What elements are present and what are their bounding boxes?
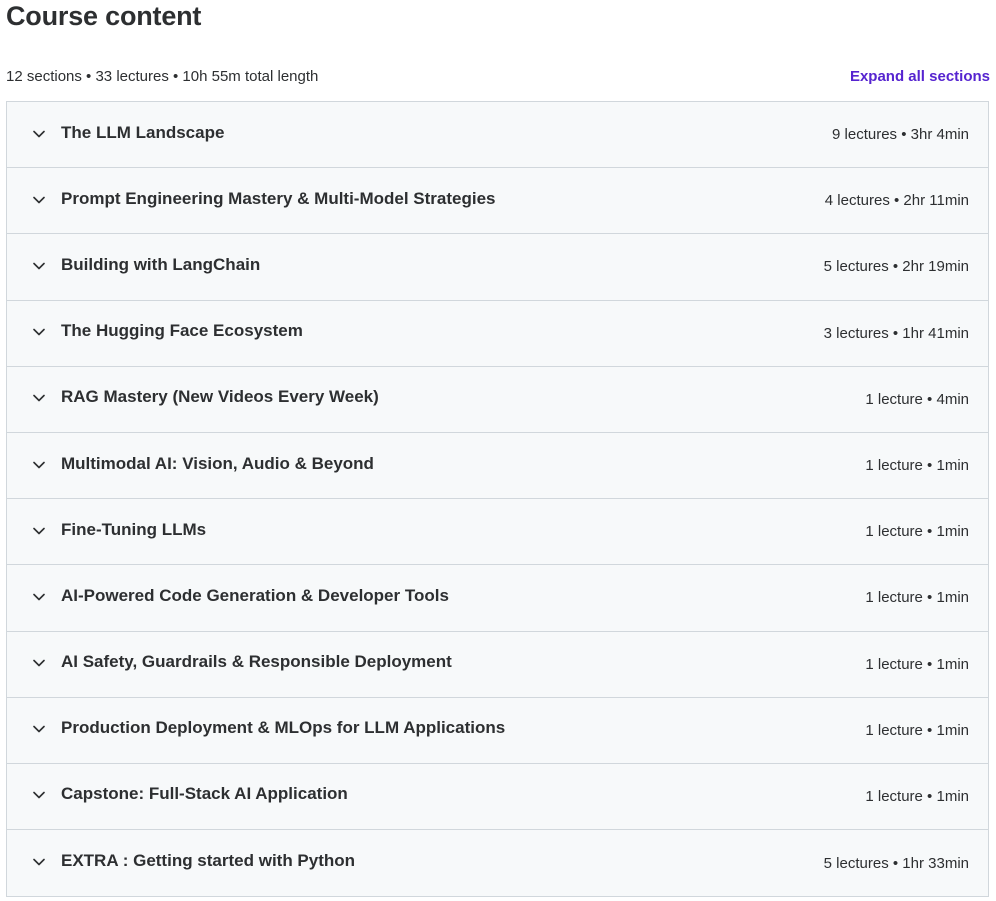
chevron-down-icon: [31, 854, 47, 870]
section-header[interactable]: AI-Powered Code Generation & Developer T…: [7, 565, 988, 632]
section-title: RAG Mastery (New Videos Every Week): [61, 387, 379, 407]
section-lecture-info: 1 lecture • 1min: [865, 655, 969, 673]
section-title: Capstone: Full-Stack AI Application: [61, 784, 348, 804]
section-title: AI-Powered Code Generation & Developer T…: [61, 585, 449, 605]
section-title: Multimodal AI: Vision, Audio & Beyond: [61, 453, 374, 473]
section-lecture-info: 1 lecture • 1min: [865, 523, 969, 541]
section-lecture-info: 4 lectures • 2hr 11min: [824, 192, 969, 210]
section-lecture-info: 5 lectures • 2hr 19min: [823, 258, 969, 276]
section-header[interactable]: Production Deployment & MLOps for LLM Ap…: [7, 697, 988, 764]
course-summary: 12 sections • 33 lectures • 10h 55m tota…: [6, 67, 319, 85]
section-title: AI Safety, Guardrails & Responsible Depl…: [61, 652, 452, 672]
section-title: The Hugging Face Ecosystem: [61, 321, 303, 341]
section-lecture-info: 1 lecture • 1min: [865, 787, 969, 805]
chevron-down-icon: [31, 126, 47, 142]
section-lecture-info: 1 lecture • 1min: [865, 721, 969, 739]
section-header[interactable]: Multimodal AI: Vision, Audio & Beyond 1 …: [7, 432, 988, 500]
section-header[interactable]: The Hugging Face Ecosystem 3 lectures • …: [7, 300, 988, 367]
course-summary-row: 12 sections • 33 lectures • 10h 55m tota…: [6, 64, 990, 88]
chevron-down-icon: [31, 589, 47, 605]
section-title: EXTRA : Getting started with Python: [61, 851, 356, 871]
page-title: Course content: [6, 1, 202, 31]
section-lecture-info: 1 lecture • 1min: [865, 589, 969, 607]
section-header[interactable]: Building with LangChain 5 lectures • 2hr…: [7, 234, 988, 301]
section-list: The LLM Landscape 9 lectures • 3hr 4min …: [6, 101, 989, 898]
section-title: Fine-Tuning LLMs: [61, 519, 207, 539]
section-title: The LLM Landscape: [61, 122, 225, 142]
chevron-down-icon: [31, 457, 47, 473]
section-title: Prompt Engineering Mastery & Multi-Model…: [61, 188, 496, 208]
section-header[interactable]: RAG Mastery (New Videos Every Week) 1 le…: [7, 366, 988, 433]
section-header[interactable]: AI Safety, Guardrails & Responsible Depl…: [7, 631, 988, 698]
chevron-down-icon: [31, 721, 47, 737]
chevron-down-icon: [31, 523, 47, 539]
section-title: Production Deployment & MLOps for LLM Ap…: [61, 718, 506, 738]
section-header[interactable]: The LLM Landscape 9 lectures • 3hr 4min: [7, 102, 988, 169]
section-lecture-info: 9 lectures • 3hr 4min: [832, 126, 969, 144]
chevron-down-icon: [31, 192, 47, 208]
section-header[interactable]: Fine-Tuning LLMs 1 lecture • 1min: [7, 499, 988, 566]
section-title: Building with LangChain: [61, 254, 261, 274]
section-header[interactable]: Capstone: Full-Stack AI Application 1 le…: [7, 763, 988, 831]
section-header[interactable]: EXTRA : Getting started with Python 5 le…: [7, 830, 988, 897]
chevron-down-icon: [31, 258, 47, 274]
chevron-down-icon: [31, 390, 47, 406]
section-lecture-info: 1 lecture • 1min: [865, 457, 969, 475]
chevron-down-icon: [31, 787, 47, 803]
section-lecture-info: 1 lecture • 4min: [865, 390, 969, 408]
section-header[interactable]: Prompt Engineering Mastery & Multi-Model…: [7, 168, 988, 235]
section-lecture-info: 5 lectures • 1hr 33min: [823, 854, 969, 872]
chevron-down-icon: [31, 324, 47, 340]
chevron-down-icon: [31, 655, 47, 671]
expand-all-sections-button[interactable]: Expand all sections: [850, 68, 990, 85]
section-lecture-info: 3 lectures • 1hr 41min: [823, 324, 969, 342]
